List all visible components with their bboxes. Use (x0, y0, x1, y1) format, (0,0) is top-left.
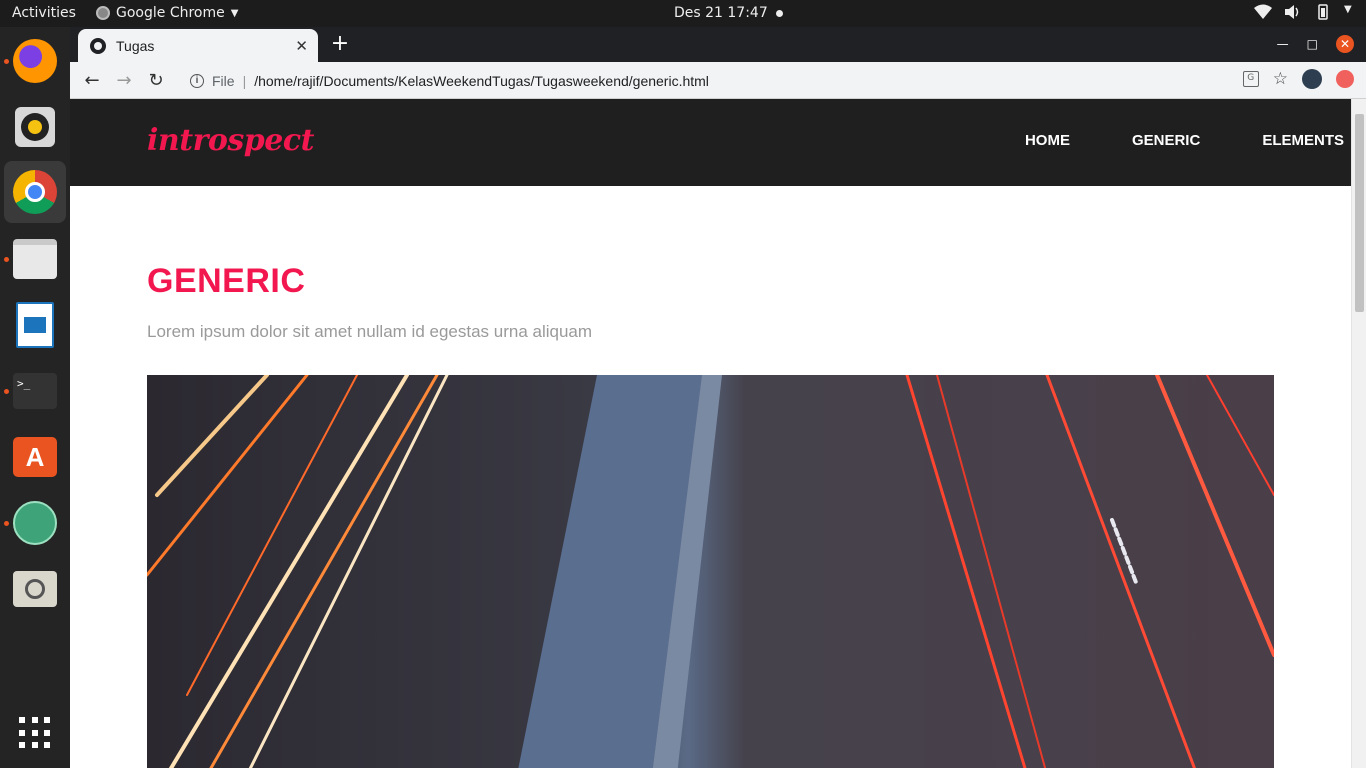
dock-terminal[interactable]: >_ (11, 367, 59, 415)
dock-impress[interactable] (11, 301, 59, 349)
translate-icon[interactable]: G (1242, 71, 1259, 87)
nav-home[interactable]: HOME (1025, 132, 1070, 149)
bookmark-star-icon[interactable]: ☆ (1273, 71, 1288, 88)
globe-icon (90, 37, 106, 54)
wifi-icon (1254, 4, 1272, 20)
dock-rhythmbox[interactable] (11, 103, 59, 151)
activities-button[interactable]: Activities (12, 5, 76, 21)
new-tab-button[interactable]: + (328, 31, 352, 56)
browser-tab[interactable]: Tugas ✕ (78, 29, 318, 62)
minimize-button[interactable]: — (1277, 37, 1289, 51)
browser-window: Tugas ✕ + — □ ✕ ← → ↻ i File | /home/raj… (70, 27, 1366, 768)
url-text: /home/rajif/Documents/KelasWeekendTugas/… (254, 73, 709, 89)
ubuntu-dock: >_ A (0, 27, 70, 768)
system-menu-chevron-icon: ▼ (1344, 4, 1352, 15)
dock-software[interactable]: A (11, 433, 59, 481)
system-tray[interactable]: ▼ (1254, 4, 1354, 20)
close-tab-icon[interactable]: ✕ (295, 37, 308, 55)
site-nav: HOME GENERIC ELEMENTS (1025, 132, 1344, 149)
clock[interactable]: Des 21 17:47 (674, 5, 783, 21)
close-window-button[interactable]: ✕ (1336, 35, 1354, 53)
rhythmbox-icon (15, 107, 55, 147)
forward-button[interactable]: → (108, 66, 140, 94)
show-applications-icon[interactable] (19, 717, 51, 749)
url-scheme: File (212, 73, 235, 89)
reload-button[interactable]: ↻ (140, 66, 172, 94)
profile-avatar[interactable] (1302, 69, 1322, 89)
running-indicator (4, 389, 9, 394)
page-scrollbar[interactable] (1351, 99, 1366, 768)
software-center-icon: A (13, 437, 57, 477)
url-separator: | (242, 73, 247, 89)
firefox-icon (13, 39, 57, 83)
maximize-button[interactable]: □ (1307, 37, 1318, 51)
browser-toolbar: ← → ↻ i File | /home/rajif/Documents/Kel… (70, 62, 1366, 99)
back-button[interactable]: ← (76, 66, 108, 94)
nav-generic[interactable]: GENERIC (1132, 132, 1200, 149)
extension-icon[interactable] (1336, 70, 1354, 88)
dock-files[interactable] (11, 235, 59, 283)
app-menu[interactable]: Google Chrome ▼ (96, 5, 238, 21)
running-indicator (4, 59, 9, 64)
info-icon[interactable]: i (190, 74, 204, 88)
chrome-icon (96, 6, 110, 20)
dock-image-viewer[interactable] (11, 565, 59, 613)
page-viewport: introspect HOME GENERIC ELEMENTS GENERIC… (70, 99, 1351, 768)
toolbar-actions: G ☆ (1242, 69, 1354, 89)
atom-icon (13, 501, 57, 545)
nav-elements[interactable]: ELEMENTS (1262, 132, 1344, 149)
terminal-icon: >_ (13, 373, 57, 409)
dock-firefox[interactable] (11, 37, 59, 85)
site-header: introspect HOME GENERIC ELEMENTS (70, 99, 1351, 186)
dock-chrome[interactable] (4, 161, 66, 223)
address-bar[interactable]: i File | /home/rajif/Documents/KelasWeek… (180, 66, 1292, 96)
running-indicator (4, 257, 9, 262)
notification-dot-icon (775, 9, 783, 17)
scrollbar-thumb[interactable] (1355, 114, 1364, 312)
app-menu-label: Google Chrome (116, 5, 225, 21)
running-indicator (4, 521, 9, 526)
tab-title: Tugas (116, 37, 155, 54)
site-logo[interactable]: introspect (147, 123, 314, 158)
page-title: GENERIC (147, 262, 306, 300)
clock-label: Des 21 17:47 (674, 5, 768, 21)
libreoffice-impress-icon (16, 302, 54, 348)
chevron-down-icon: ▼ (230, 7, 239, 19)
hero-image (147, 375, 1274, 768)
dock-atom[interactable] (11, 499, 59, 547)
gnome-top-bar: Activities Google Chrome ▼ Des 21 17:47 … (0, 0, 1366, 27)
files-icon (13, 239, 57, 279)
chrome-icon (13, 170, 57, 214)
image-viewer-icon (13, 571, 57, 607)
volume-icon (1284, 4, 1302, 20)
page-lead: Lorem ipsum dolor sit amet nullam id ege… (147, 322, 593, 341)
battery-icon (1314, 4, 1332, 20)
tab-strip: Tugas ✕ + — □ ✕ (70, 27, 1366, 62)
window-controls: — □ ✕ (1277, 35, 1354, 53)
